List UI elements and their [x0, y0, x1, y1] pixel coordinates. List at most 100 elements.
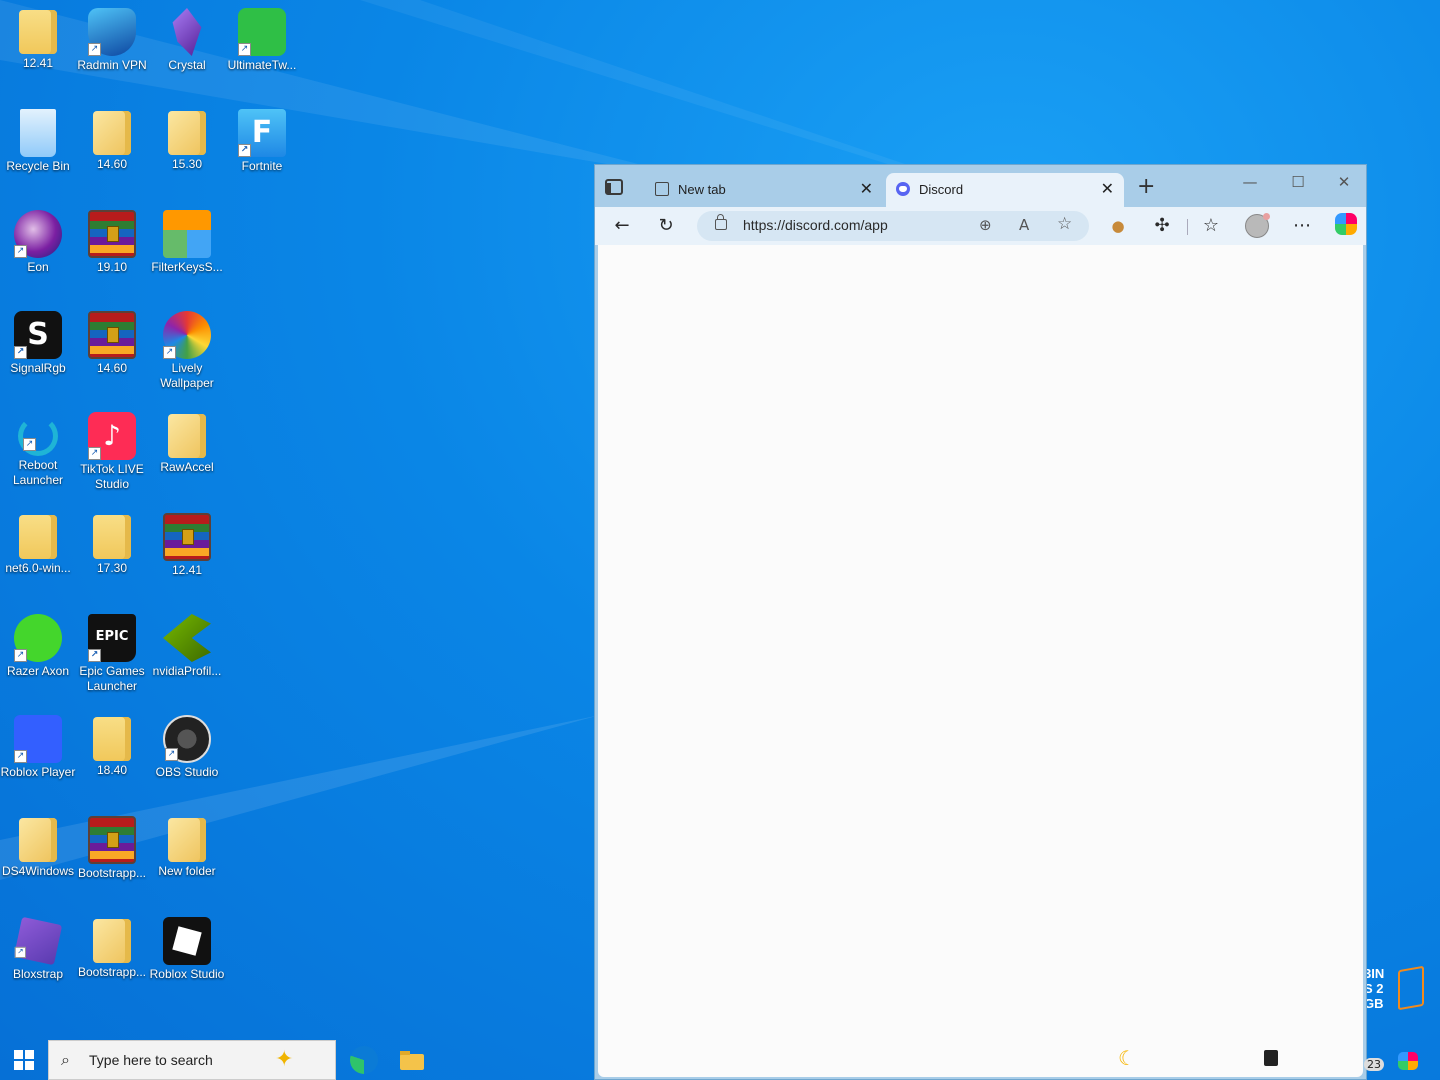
- desktop-icon-eon[interactable]: ↗ Eon: [0, 202, 76, 275]
- cookie-icon[interactable]: ●: [1105, 214, 1131, 238]
- close-tab-icon[interactable]: ✕: [1101, 179, 1114, 199]
- nvidia-profile-inspector-icon: [163, 614, 211, 662]
- desktop-icon-archive-19-10[interactable]: 19.10: [74, 202, 150, 275]
- folder-icon: [168, 111, 206, 155]
- desktop-icon-crystal[interactable]: Crystal: [149, 0, 225, 73]
- epic-games-tray-icon[interactable]: [1264, 1050, 1278, 1066]
- desktop-icon-signalrgb[interactable]: S ↗ SignalRgb: [0, 303, 76, 376]
- page-content-blank[interactable]: [598, 245, 1363, 1077]
- winrar-archive-icon: [88, 311, 136, 359]
- desktop-icon-folder-17-30[interactable]: 17.30: [74, 505, 150, 576]
- folder-icon: [19, 515, 57, 559]
- browser-toolbar: ← ↻ https://discord.com/app ⊕ A ☆ ● ✣ ☆ …: [595, 207, 1366, 245]
- lock-icon[interactable]: [715, 214, 727, 230]
- desktop-icon-rawaccel[interactable]: RawAccel: [149, 404, 225, 475]
- epic-games-icon: EPIC ↗: [88, 614, 136, 662]
- desktop-icon-folder-14-60[interactable]: 14.60: [74, 101, 150, 172]
- close-tab-icon[interactable]: ✕: [860, 179, 873, 199]
- obs-studio-icon: ↗: [163, 715, 211, 763]
- file-explorer-taskbar-icon[interactable]: [398, 1046, 426, 1074]
- reboot-launcher-icon: ↗: [18, 416, 58, 456]
- desktop-icon-tiktok-live-studio[interactable]: ♪ ↗ TikTok LIVE Studio: [74, 404, 150, 492]
- read-aloud-icon[interactable]: A: [1019, 216, 1029, 234]
- notification-badge[interactable]: 23: [1364, 1058, 1384, 1071]
- desktop-icon-obs-studio[interactable]: ↗ OBS Studio: [149, 707, 225, 780]
- tab-bar: New tab ✕ Discord ✕ + — ☐ ✕: [595, 165, 1366, 207]
- roblox-studio-icon: [163, 917, 211, 965]
- windows-start-icon[interactable]: [14, 1050, 34, 1070]
- radmin-vpn-icon: ↗: [88, 8, 136, 56]
- desktop-icon-fortnite[interactable]: F ↗ Fortnite: [224, 101, 300, 174]
- refresh-icon[interactable]: ↻: [653, 214, 679, 238]
- desktop-icon-folder-18-40[interactable]: 18.40: [74, 707, 150, 778]
- edge-taskbar-icon[interactable]: [350, 1046, 378, 1074]
- discord-icon: [896, 182, 910, 196]
- tab-new-tab[interactable]: New tab ✕: [645, 173, 883, 207]
- filterkeys-blocks-icon: [163, 210, 211, 258]
- desktop-icon-epic-games-launcher[interactable]: EPIC ↗ Epic Games Launcher: [74, 606, 150, 694]
- favorite-star-icon[interactable]: ☆: [1057, 214, 1072, 234]
- new-tab-page-icon: [655, 182, 669, 196]
- desktop-icon-archive-bootstrapper[interactable]: Bootstrapp...: [74, 808, 150, 881]
- sparkle-icon: ✦: [275, 1047, 294, 1072]
- copilot-tray-icon[interactable]: [1398, 1052, 1418, 1070]
- desktop-icon-archive-14-60[interactable]: 14.60: [74, 303, 150, 376]
- more-icon[interactable]: ⋯: [1289, 214, 1315, 238]
- close-window-button[interactable]: ✕: [1329, 173, 1359, 191]
- desktop-icon-filterkeys[interactable]: FilterKeysS...: [149, 202, 225, 275]
- url-text[interactable]: https://discord.com/app: [743, 217, 888, 233]
- folder-icon: [93, 919, 131, 963]
- desktop-icon-ds4windows[interactable]: DS4Windows: [0, 808, 76, 879]
- razer-axon-icon: ↗: [14, 614, 62, 662]
- favorites-icon[interactable]: ☆: [1198, 214, 1224, 238]
- desktop-icon-archive-12-41[interactable]: 12.41: [149, 505, 225, 578]
- maximize-button[interactable]: ☐: [1283, 173, 1313, 191]
- desktop-icon-new-folder[interactable]: New folder: [149, 808, 225, 879]
- folder-icon: [19, 818, 57, 862]
- desktop-icon-roblox-player[interactable]: ↗ Roblox Player: [0, 707, 76, 780]
- desktop-icon-radmin-vpn[interactable]: ↗ Radmin VPN: [74, 0, 150, 73]
- lively-wallpaper-icon: ↗: [163, 311, 211, 359]
- taskbar: ⌕ Type here to search ✦ ☾ 23: [0, 1040, 1440, 1080]
- tiktok-live-studio-icon: ♪ ↗: [88, 412, 136, 460]
- desktop-icon-folder-15-30[interactable]: 15.30: [149, 101, 225, 172]
- desktop-icon-folder-12-41[interactable]: 12.41: [0, 0, 76, 71]
- copilot-icon[interactable]: [1335, 213, 1357, 235]
- minimize-button[interactable]: —: [1235, 173, 1265, 191]
- folder-icon: [168, 414, 206, 458]
- search-icon: ⌕: [61, 1050, 70, 1069]
- new-tab-button[interactable]: +: [1137, 174, 1155, 199]
- crystal-icon: [172, 8, 202, 56]
- eon-icon: ↗: [14, 210, 62, 258]
- desktop-icon-bloxstrap[interactable]: ↗ Bloxstrap: [0, 909, 76, 982]
- night-light-icon[interactable]: ☾: [1118, 1046, 1136, 1070]
- zoom-icon[interactable]: ⊕: [979, 216, 992, 234]
- toolbar-divider: [1187, 219, 1188, 235]
- tab-discord[interactable]: Discord ✕: [886, 173, 1124, 207]
- desktop-icon-razer-axon[interactable]: ↗ Razer Axon: [0, 606, 76, 679]
- folder-icon: [168, 818, 206, 862]
- desktop-icon-lively-wallpaper[interactable]: ↗ Lively Wallpaper: [149, 303, 225, 391]
- extensions-icon[interactable]: ✣: [1149, 214, 1175, 238]
- folder-icon: [93, 515, 131, 559]
- ultimatetweaker-icon: ↗: [238, 8, 286, 56]
- profile-avatar[interactable]: [1245, 213, 1270, 238]
- taskbar-search[interactable]: ⌕ Type here to search ✦: [48, 1040, 336, 1080]
- winrar-archive-icon: [163, 513, 211, 561]
- promo-overlay-text: 3IN S 2 GB: [1364, 966, 1385, 1011]
- desktop-icon-ultimatetweaker[interactable]: ↗ UltimateTw...: [224, 0, 300, 73]
- folder-icon: [93, 111, 131, 155]
- folder-icon: [19, 10, 57, 54]
- back-icon[interactable]: ←: [609, 214, 635, 238]
- desktop-icon-roblox-studio[interactable]: Roblox Studio: [149, 909, 225, 982]
- desktop-icon-reboot-launcher[interactable]: ↗ Reboot Launcher: [0, 404, 76, 488]
- desktop-icon-nvidia-profile-inspector[interactable]: nvidiaProfil...: [149, 606, 225, 679]
- desktop-icon-folder-net6[interactable]: net6.0-win...: [0, 505, 76, 576]
- desktop-icon-recycle-bin[interactable]: Recycle Bin: [0, 101, 76, 174]
- address-bar[interactable]: https://discord.com/app ⊕ A ☆: [697, 211, 1089, 241]
- promo-logo-icon: [1398, 965, 1424, 1011]
- browser-window[interactable]: New tab ✕ Discord ✕ + — ☐ ✕ ← ↻ https://…: [594, 164, 1367, 1080]
- desktop-icon-folder-bootstrapper[interactable]: Bootstrapp...: [74, 909, 150, 980]
- fortnite-icon: F ↗: [238, 109, 286, 157]
- tab-actions-icon[interactable]: [605, 179, 623, 195]
